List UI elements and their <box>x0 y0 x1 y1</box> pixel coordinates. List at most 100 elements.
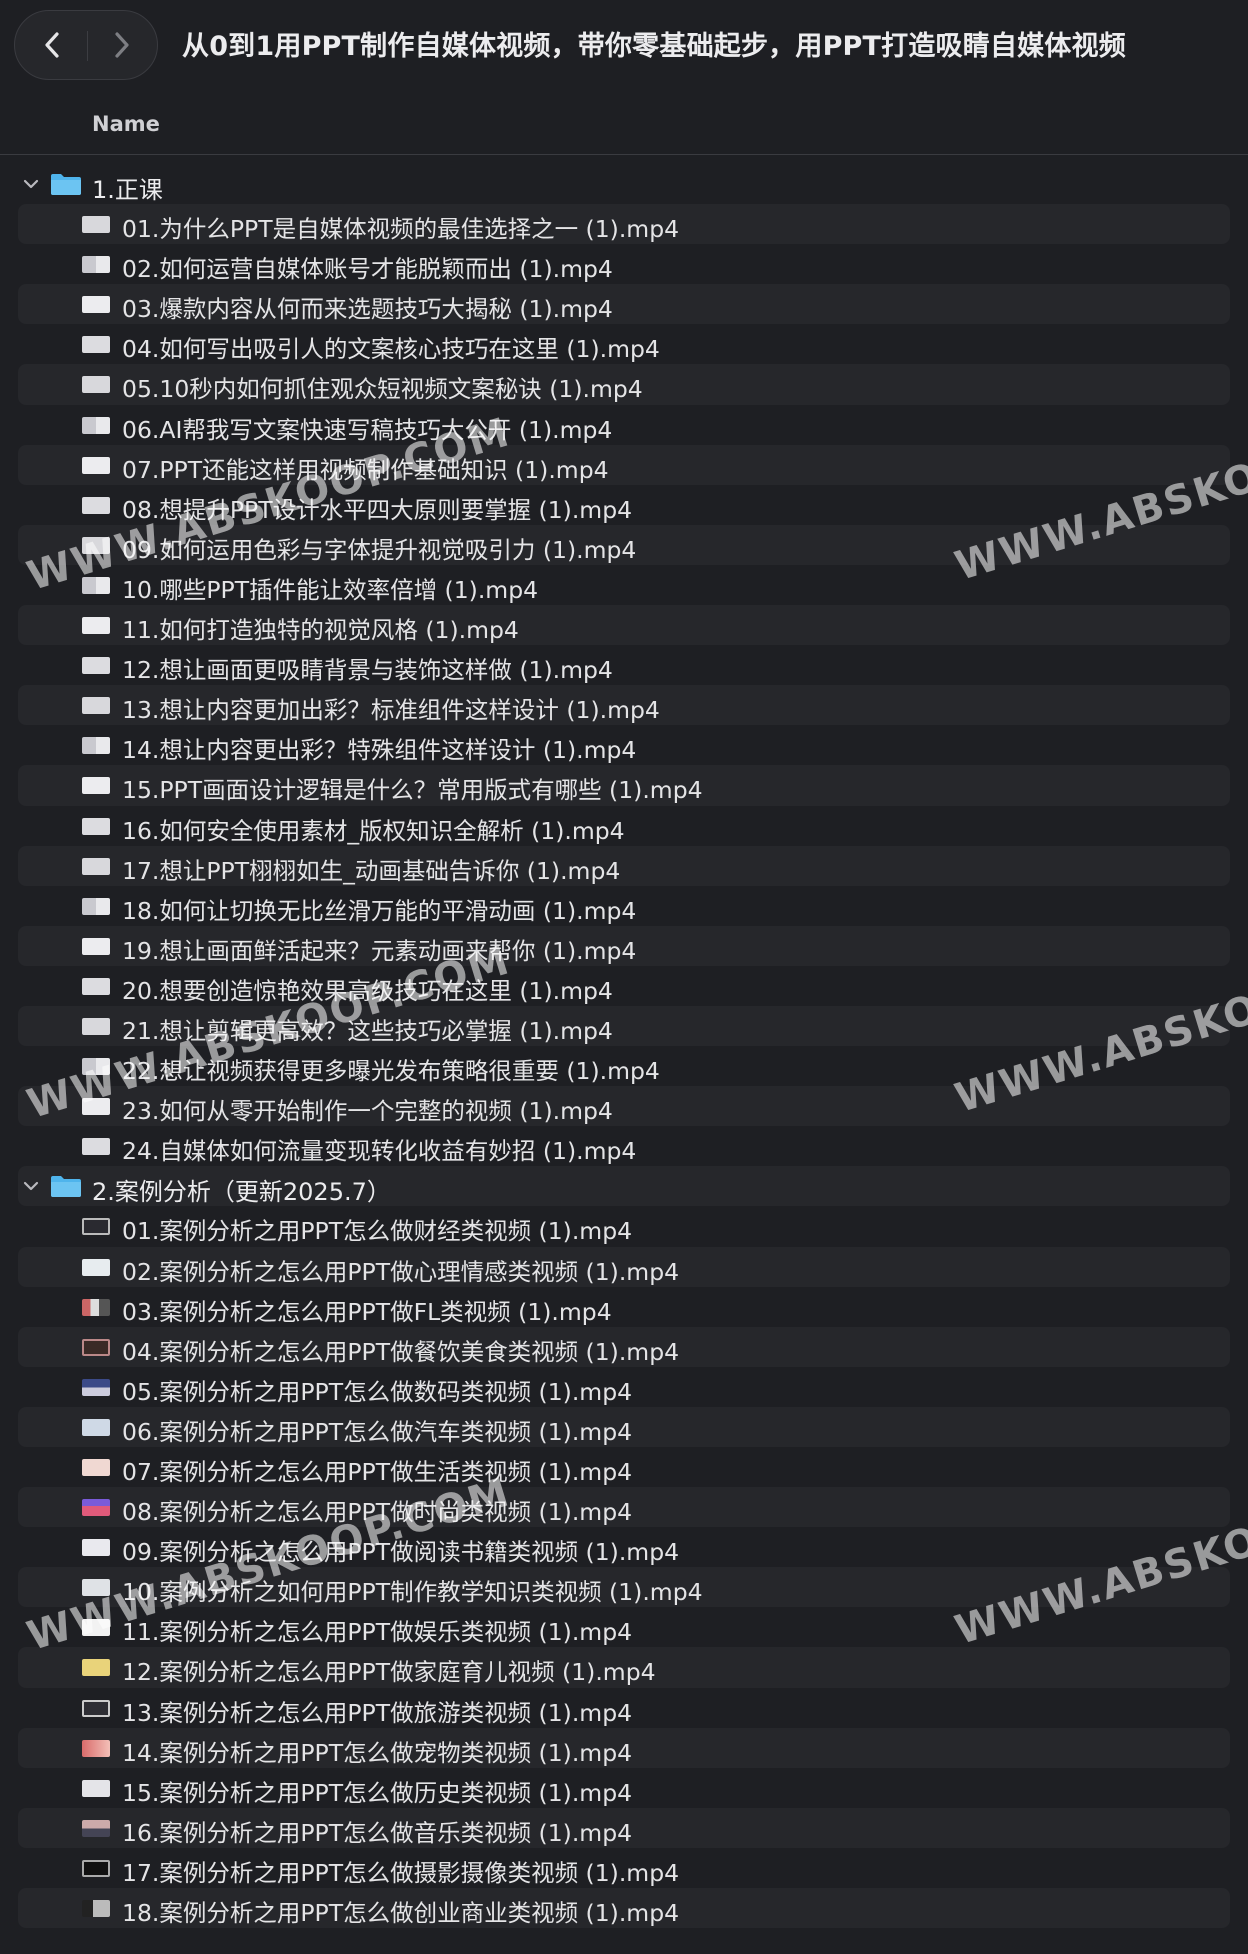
file-name: 01.案例分析之用PPT怎么做财经类视频 (1).mp4 <box>122 1217 633 1246</box>
video-thumbnail-icon <box>82 256 110 274</box>
file-row[interactable]: 07.案例分析之怎么用PPT做生活类视频 (1).mp4 <box>18 1447 1230 1487</box>
file-row[interactable]: 11.案例分析之怎么用PPT做娱乐类视频 (1).mp4 <box>18 1607 1230 1647</box>
file-row[interactable]: 10.哪些PPT插件能让效率倍增 (1).mp4 <box>18 565 1230 605</box>
file-row[interactable]: 07.PPT还能这样用视频制作基础知识 (1).mp4 <box>18 444 1230 485</box>
file-name: 07.PPT还能这样用视频制作基础知识 (1).mp4 <box>122 455 609 484</box>
file-row[interactable]: 02.如何运营自媒体账号才能脱颖而出 (1).mp4 <box>18 244 1230 284</box>
file-row[interactable]: 08.案例分析之怎么用PPT做时尚类视频 (1).mp4 <box>18 1487 1230 1528</box>
video-thumbnail-icon <box>82 777 110 795</box>
file-row[interactable]: 03.爆款内容从何而来选题技巧大揭秘 (1).mp4 <box>18 284 1230 325</box>
file-row[interactable]: 06.AI帮我写文案快速写稿技巧大公开 (1).mp4 <box>18 405 1230 445</box>
folder-label: 2.案例分析（更新2025.7） <box>92 1178 391 1207</box>
file-row[interactable]: 05.10秒内如何抓住观众短视频文案秘诀 (1).mp4 <box>18 364 1230 405</box>
chevron-down-icon[interactable] <box>22 1177 40 1195</box>
video-thumbnail-icon <box>82 737 110 755</box>
video-thumbnail-icon <box>82 1017 110 1035</box>
video-thumbnail-icon <box>82 1819 110 1837</box>
video-thumbnail-icon <box>82 1459 110 1476</box>
file-row[interactable]: 11.如何打造独特的视觉风格 (1).mp4 <box>18 605 1230 646</box>
file-name: 08.案例分析之怎么用PPT做时尚类视频 (1).mp4 <box>122 1498 633 1527</box>
video-thumbnail-icon <box>82 1739 110 1757</box>
file-row[interactable]: 17.想让PPT栩栩如生_动画基础告诉你 (1).mp4 <box>18 845 1230 886</box>
video-thumbnail-icon <box>82 817 110 835</box>
file-row[interactable]: 01.为什么PPT是自媒体视频的最佳选择之一 (1).mp4 <box>18 204 1230 245</box>
file-row[interactable]: 09.案例分析之怎么用PPT做阅读书籍类视频 (1).mp4 <box>18 1527 1230 1567</box>
file-row[interactable]: 02.案例分析之怎么用PPT做心理情感类视频 (1).mp4 <box>18 1246 1230 1287</box>
file-row[interactable]: 16.案例分析之用PPT怎么做音乐类视频 (1).mp4 <box>18 1807 1230 1848</box>
name-column-header[interactable]: Name <box>92 112 160 136</box>
folder-label: 1.正课 <box>92 176 163 204</box>
video-thumbnail-icon <box>82 376 110 394</box>
file-row[interactable]: 03.案例分析之怎么用PPT做FL类视频 (1).mp4 <box>18 1287 1230 1327</box>
chevron-left-icon <box>45 32 59 58</box>
back-button[interactable] <box>17 11 87 79</box>
file-name: 01.为什么PPT是自媒体视频的最佳选择之一 (1).mp4 <box>122 215 680 244</box>
video-thumbnail-icon <box>82 857 110 875</box>
video-thumbnail-icon <box>82 1138 110 1156</box>
file-row[interactable]: 21.想让剪辑更高效？这些技巧必掌握 (1).mp4 <box>18 1005 1230 1047</box>
file-row[interactable]: 04.案例分析之怎么用PPT做餐饮美食类视频 (1).mp4 <box>18 1326 1230 1367</box>
file-list: 1.正课 01.为什么PPT是自媒体视频的最佳选择之一 (1).mp4 02.如何运… <box>0 164 1248 1929</box>
file-row[interactable]: 08.想提升PPT设计水平四大原则要掌握 (1).mp4 <box>18 485 1230 525</box>
file-name: 05.10秒内如何抓住观众短视频文案秘诀 (1).mp4 <box>122 375 643 404</box>
video-thumbnail-icon <box>82 216 110 234</box>
file-row[interactable]: 24.自媒体如何流量变现转化收益有妙招 (1).mp4 <box>18 1126 1230 1166</box>
file-row[interactable]: 18.如何让切换无比丝滑万能的平滑动画 (1).mp4 <box>18 886 1230 926</box>
file-name: 13.案例分析之怎么用PPT做旅游类视频 (1).mp4 <box>122 1698 633 1727</box>
folder-row[interactable]: 1.正课 <box>18 164 1230 204</box>
file-row[interactable]: 05.案例分析之用PPT怎么做数码类视频 (1).mp4 <box>18 1367 1230 1407</box>
file-row[interactable]: 13.案例分析之怎么用PPT做旅游类视频 (1).mp4 <box>18 1688 1230 1728</box>
file-row[interactable]: 23.如何从零开始制作一个完整的视频 (1).mp4 <box>18 1086 1230 1127</box>
file-row[interactable]: 14.想让内容更出彩？特殊组件这样设计 (1).mp4 <box>18 725 1230 765</box>
file-name: 17.想让PPT栩栩如生_动画基础告诉你 (1).mp4 <box>122 856 621 885</box>
file-row[interactable]: 17.案例分析之用PPT怎么做摄影摄像类视频 (1).mp4 <box>18 1848 1230 1888</box>
video-thumbnail-icon <box>82 897 110 915</box>
file-name: 15.PPT画面设计逻辑是什么？常用版式有哪些 (1).mp4 <box>122 776 703 805</box>
forward-button[interactable] <box>87 11 157 79</box>
file-name: 08.想提升PPT设计水平四大原则要掌握 (1).mp4 <box>122 495 633 524</box>
file-name: 09.如何运用色彩与字体提升视觉吸引力 (1).mp4 <box>122 535 637 564</box>
file-row[interactable]: 01.案例分析之用PPT怎么做财经类视频 (1).mp4 <box>18 1206 1230 1246</box>
video-thumbnail-icon <box>82 1699 110 1717</box>
video-thumbnail-icon <box>82 1619 110 1637</box>
video-thumbnail-icon <box>82 1659 110 1677</box>
file-row[interactable]: 09.如何运用色彩与字体提升视觉吸引力 (1).mp4 <box>18 524 1230 565</box>
video-thumbnail-icon <box>82 336 110 354</box>
video-thumbnail-icon <box>82 697 110 715</box>
file-row[interactable]: 12.想让画面更吸睛背景与装饰这样做 (1).mp4 <box>18 645 1230 685</box>
file-name: 12.案例分析之怎么用PPT做家庭育儿视频 (1).mp4 <box>122 1658 656 1687</box>
video-thumbnail-icon <box>82 1539 110 1557</box>
file-row[interactable]: 16.如何安全使用素材_版权知识全解析 (1).mp4 <box>18 806 1230 846</box>
file-name: 18.案例分析之用PPT怎么做创业商业类视频 (1).mp4 <box>122 1899 680 1928</box>
video-thumbnail-icon <box>82 456 110 474</box>
finder-window: 从0到1用PPT制作自媒体视频，带你零基础起步，用PPT打造吸睛自媒体视频 Na… <box>0 0 1248 1954</box>
video-thumbnail-icon <box>82 617 110 635</box>
video-thumbnail-icon <box>82 1098 110 1116</box>
folder-row[interactable]: 2.案例分析（更新2025.7） <box>18 1166 1230 1207</box>
file-row[interactable]: 04.如何写出吸引人的文案核心技巧在这里 (1).mp4 <box>18 324 1230 364</box>
file-row[interactable]: 12.案例分析之怎么用PPT做家庭育儿视频 (1).mp4 <box>18 1647 1230 1688</box>
file-row[interactable]: 14.案例分析之用PPT怎么做宠物类视频 (1).mp4 <box>18 1727 1230 1768</box>
file-name: 16.如何安全使用素材_版权知识全解析 (1).mp4 <box>122 816 625 845</box>
file-name: 19.想让画面鲜活起来？元素动画来帮你 (1).mp4 <box>122 936 637 965</box>
file-row[interactable]: 19.想让画面鲜活起来？元素动画来帮你 (1).mp4 <box>18 925 1230 966</box>
file-row[interactable]: 06.案例分析之用PPT怎么做汽车类视频 (1).mp4 <box>18 1406 1230 1447</box>
video-thumbnail-icon <box>82 1298 110 1316</box>
file-name: 04.如何写出吸引人的文案核心技巧在这里 (1).mp4 <box>122 335 660 364</box>
video-thumbnail-icon <box>82 536 110 554</box>
video-thumbnail-icon <box>82 1258 110 1276</box>
chevron-down-icon[interactable] <box>22 175 40 193</box>
video-thumbnail-icon <box>82 1338 110 1356</box>
column-header: Name <box>0 100 1248 155</box>
file-row[interactable]: 15.案例分析之用PPT怎么做历史类视频 (1).mp4 <box>18 1768 1230 1808</box>
file-row[interactable]: 15.PPT画面设计逻辑是什么？常用版式有哪些 (1).mp4 <box>18 765 1230 806</box>
window-title: 从0到1用PPT制作自媒体视频，带你零基础起步，用PPT打造吸睛自媒体视频 <box>182 31 1126 62</box>
file-row[interactable]: 22.想让视频获得更多曝光发布策略很重要 (1).mp4 <box>18 1046 1230 1086</box>
video-thumbnail-icon <box>82 1779 110 1797</box>
file-name: 05.案例分析之用PPT怎么做数码类视频 (1).mp4 <box>122 1377 633 1406</box>
file-row[interactable]: 13.想让内容更加出彩？标准组件这样设计 (1).mp4 <box>18 685 1230 726</box>
file-row[interactable]: 18.案例分析之用PPT怎么做创业商业类视频 (1).mp4 <box>18 1888 1230 1929</box>
file-row[interactable]: 20.想要创造惊艳效果高级技巧在这里 (1).mp4 <box>18 966 1230 1006</box>
file-row[interactable]: 10.案例分析之如何用PPT制作教学知识类视频 (1).mp4 <box>18 1567 1230 1608</box>
video-thumbnail-icon <box>82 1218 110 1236</box>
